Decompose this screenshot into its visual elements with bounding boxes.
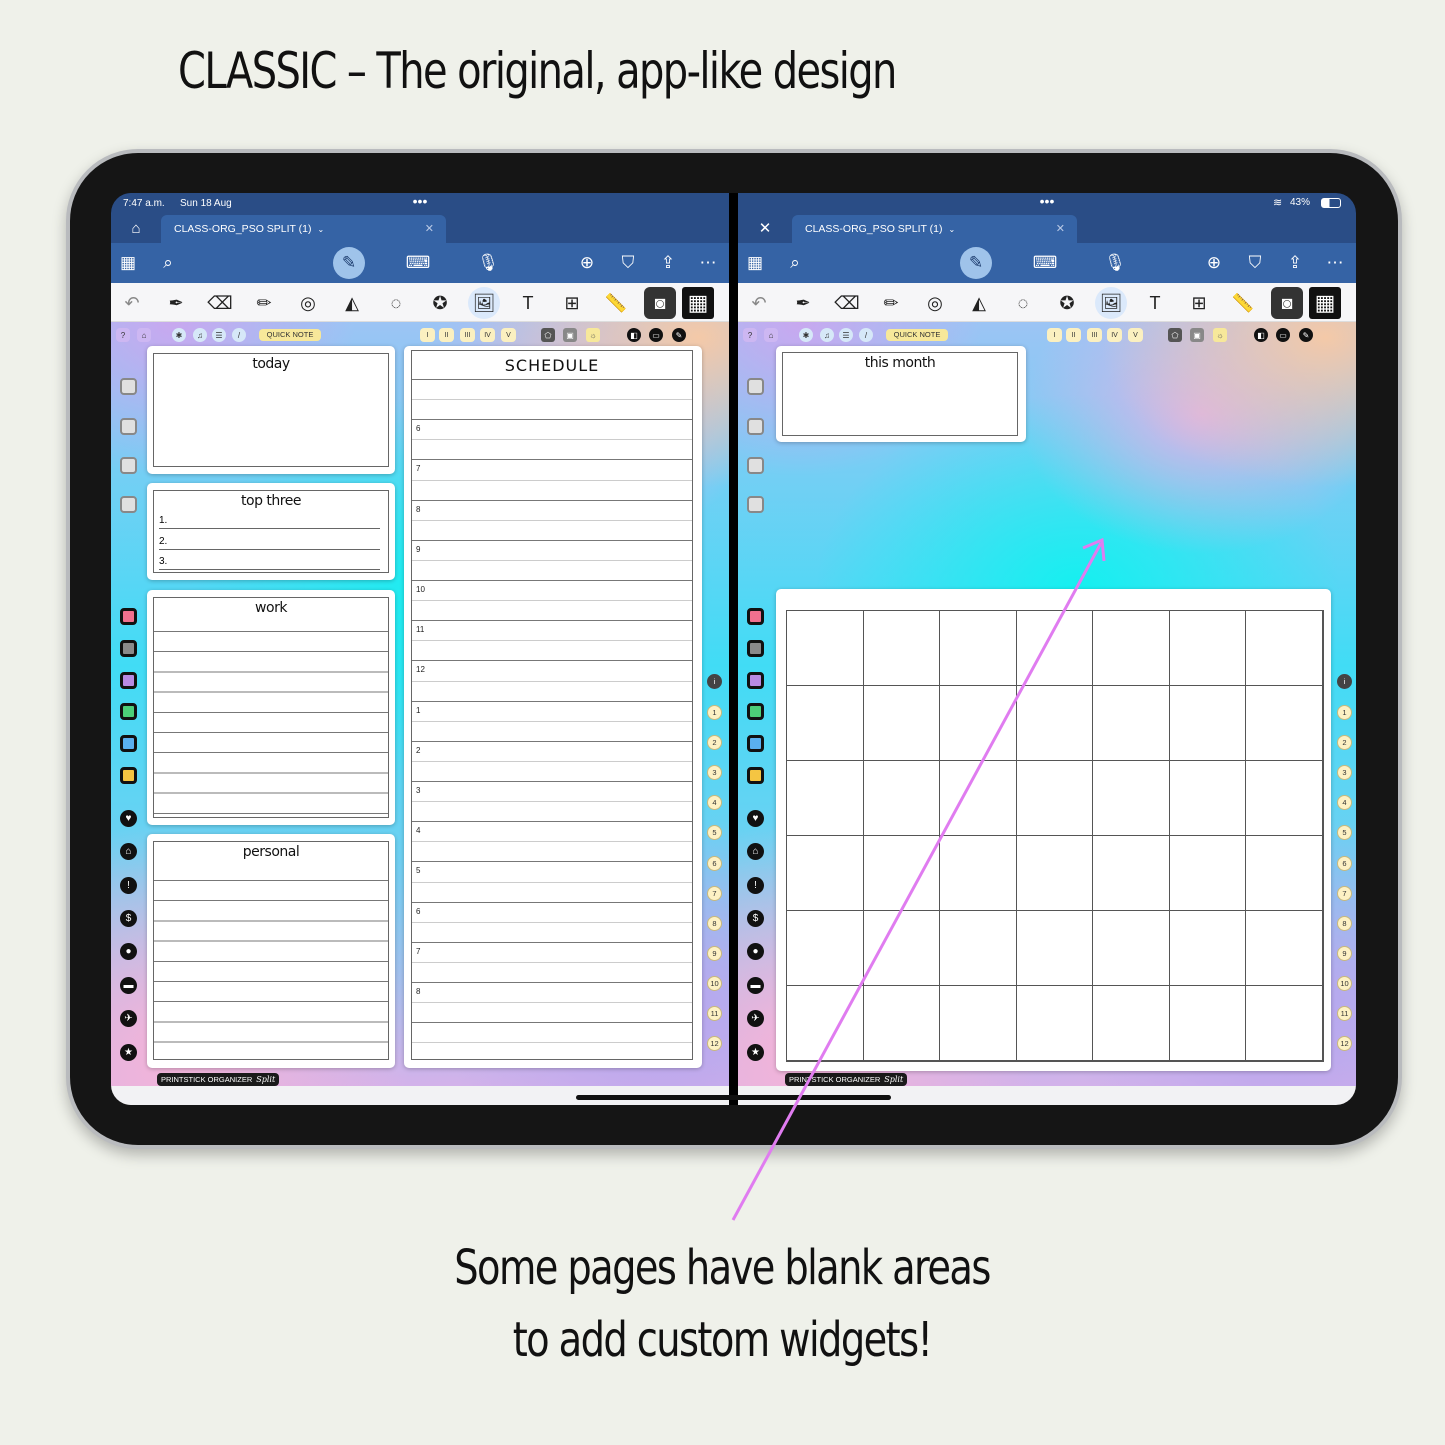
arrow-line: [731, 542, 1103, 1221]
arrow-annotation: [731, 537, 1106, 1221]
